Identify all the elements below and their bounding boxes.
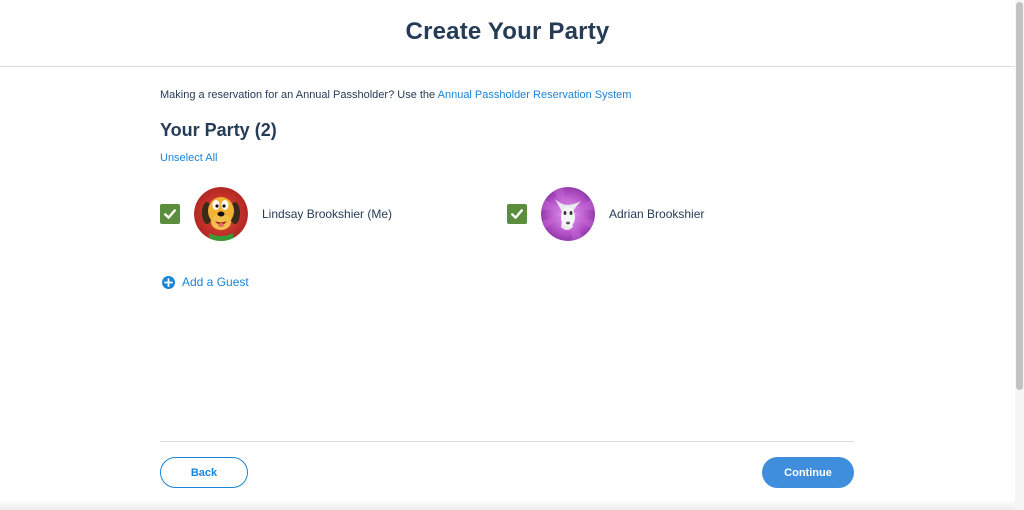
add-guest-button[interactable]: Add a Guest <box>162 275 249 289</box>
annual-passholder-notice-text: Making a reservation for an Annual Passh… <box>160 89 438 101</box>
checkmark-icon <box>164 209 176 219</box>
guest-checkbox-lindsay[interactable] <box>160 204 180 224</box>
checkmark-icon <box>511 209 523 219</box>
pluto-avatar-icon <box>194 187 248 241</box>
back-button[interactable]: Back <box>160 457 248 488</box>
scrollbar-track[interactable] <box>1015 0 1024 510</box>
annual-passholder-notice: Making a reservation for an Annual Passh… <box>160 89 631 101</box>
page: Create Your Party Making a reservation f… <box>0 0 1024 510</box>
scrollbar-thumb[interactable] <box>1016 2 1023 390</box>
guest-name: Lindsay Brookshier (Me) <box>262 207 393 221</box>
party-heading: Your Party (2) <box>160 120 277 140</box>
unselect-all-link[interactable]: Unselect All <box>160 152 217 164</box>
guest-name: Adrian Brookshier <box>609 207 705 221</box>
guest-checkbox-adrian[interactable] <box>507 204 527 224</box>
footer-divider <box>160 441 854 442</box>
avatar <box>541 187 595 241</box>
guest-item: Adrian Brookshier <box>507 186 704 242</box>
bottom-shadow <box>0 500 1015 510</box>
zero-ghost-dog-avatar-icon <box>541 187 595 241</box>
page-title: Create Your Party <box>405 18 610 45</box>
avatar <box>194 187 248 241</box>
continue-button[interactable]: Continue <box>762 457 854 488</box>
plus-circle-icon <box>162 275 175 289</box>
header: Create Your Party <box>0 0 1015 67</box>
add-guest-label: Add a Guest <box>182 275 249 289</box>
annual-passholder-reservation-link[interactable]: Annual Passholder Reservation System <box>438 89 632 101</box>
guest-item: Lindsay Brookshier (Me) <box>160 186 392 242</box>
